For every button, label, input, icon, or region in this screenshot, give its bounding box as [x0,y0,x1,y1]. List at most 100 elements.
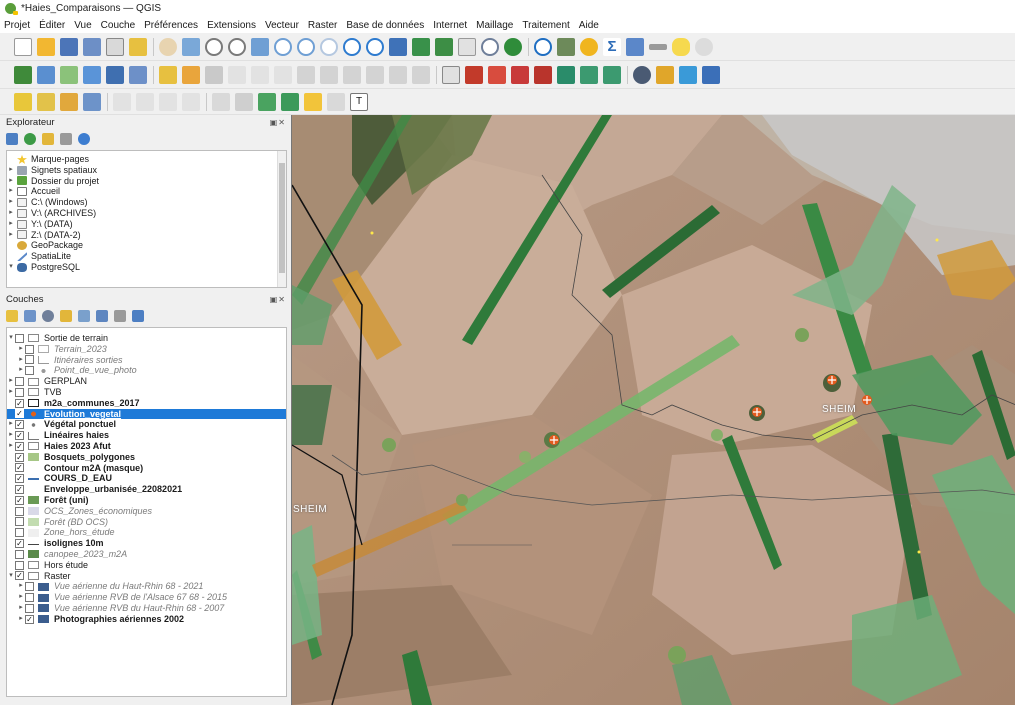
reshape-icon[interactable] [136,92,154,111]
digitize-curve-icon[interactable] [281,92,299,111]
copy-features-icon[interactable] [343,65,361,84]
menu-internet[interactable]: Internet [433,20,467,31]
layer-checkbox[interactable] [15,377,24,387]
menu-maillage[interactable]: Maillage [476,20,513,31]
label-move-icon[interactable] [534,65,552,84]
layer-bosquets-polygones[interactable]: ✓ Bosquets_polygones [7,452,286,463]
menu-raster[interactable]: Raster [308,20,337,31]
explorer-item-signets-spatiaux[interactable]: ▸ Signets spatiaux [7,165,286,176]
layer-vue-aerienne-2021[interactable]: ▸ Vue aérienne du Haut-Rhin 68 - 2021 [7,581,286,592]
offset-curve-icon[interactable] [159,92,177,111]
layer-checkbox[interactable]: ✓ [15,495,24,505]
layer-checkbox[interactable] [25,582,34,592]
layer-checkbox[interactable] [15,549,24,559]
layer-cours-d-eau[interactable]: ✓ COURS_D_EAU [7,473,286,484]
current-edits-icon[interactable] [182,65,200,84]
explorer-item-marque-pages[interactable]: Marque-pages [7,154,286,165]
layer-enveloppe-urbanisee[interactable]: ✓ Enveloppe_urbanisée_22082021 [7,484,286,495]
layer-group-haies-2023[interactable]: ▸ ✓ Haies 2023 Afut [7,441,286,452]
annotation-icon[interactable] [672,37,690,56]
label-toolbar-icon[interactable] [442,65,460,84]
layer-styling-icon[interactable] [6,310,18,322]
advanced-digitize-icon[interactable] [113,92,131,111]
layer-checkbox[interactable]: ✓ [15,539,24,549]
digitize-line-icon[interactable] [228,65,246,84]
layer-checkbox[interactable] [15,560,24,570]
expand-all-icon[interactable] [96,310,108,322]
menu-vue[interactable]: Vue [74,20,91,31]
diagram-move-icon[interactable] [603,65,621,84]
menu-preferences[interactable]: Préférences [144,20,198,31]
help-icon[interactable] [702,65,720,84]
text-tool-icon[interactable]: T [350,92,368,111]
layer-checkbox[interactable] [25,603,34,613]
layer-zone-hors-etude[interactable]: Zone_hors_étude [7,527,286,538]
collapse-all-icon[interactable] [60,133,72,145]
layer-contour-m2a[interactable]: ✓ Contour m2A (masque) [7,463,286,474]
layer-checkbox[interactable]: ✓ [15,420,24,430]
plugin-blue-icon[interactable] [679,65,697,84]
layer-canopee-2023[interactable]: canopee_2023_m2A [7,549,286,560]
menu-aide[interactable]: Aide [579,20,599,31]
layer-group-gerplan[interactable]: ▸ GERPLAN [7,376,286,387]
label-highlight-icon[interactable] [488,65,506,84]
delete-selected-icon[interactable] [297,65,315,84]
label-show-hide-icon[interactable] [511,65,529,84]
layer-foret-uni[interactable]: ✓ Forêt (uni) [7,495,286,506]
explorer-scrollbar[interactable] [277,151,286,287]
explorer-item-postgresql[interactable]: ▾ PostgreSQL [7,262,286,273]
save-edits-icon[interactable] [205,65,223,84]
select-features-icon[interactable] [14,92,32,111]
layer-group-hors-etude[interactable]: Hors étude [7,560,286,571]
add-wms-icon[interactable] [106,65,124,84]
identify-icon[interactable] [534,37,552,56]
layer-group-raster[interactable]: ▾ ✓ Raster [7,571,286,582]
layer-checkbox[interactable] [25,593,34,603]
zoom-out-icon[interactable] [228,37,246,56]
zoom-in-icon[interactable] [205,37,223,56]
zoom-last-icon[interactable] [343,37,361,56]
layer-checkbox[interactable]: ✓ [15,452,24,462]
zoom-full-icon[interactable] [251,37,269,56]
search-dropdown-icon[interactable] [695,37,713,56]
style-manager-icon[interactable] [129,37,147,56]
open-project-icon[interactable] [37,37,55,56]
menu-base-de-donnees[interactable]: Base de données [346,20,424,31]
layer-checkbox[interactable] [15,333,24,343]
add-layers-icon[interactable] [6,133,18,145]
layer-checkbox[interactable]: ✓ [25,614,34,624]
zoom-native-icon[interactable] [320,37,338,56]
layer-point-de-vue-photo[interactable]: ▸ Point_de_vue_photo [7,365,286,376]
split-features-icon[interactable] [182,92,200,111]
save-as-icon[interactable] [83,37,101,56]
refresh-icon[interactable] [24,133,36,145]
layer-checkbox[interactable]: ✓ [15,485,24,495]
zoom-to-selection-icon[interactable] [274,37,292,56]
python-console-icon[interactable] [633,65,651,84]
layer-checkbox[interactable] [15,517,24,527]
layer-foret-bd-ocs[interactable]: Forêt (BD OCS) [7,517,286,528]
layer-checkbox[interactable]: ✓ [15,409,24,419]
scale-icon[interactable] [649,43,667,50]
select-location-icon[interactable] [83,92,101,111]
layer-group-sortie-terrain[interactable]: ▾ Sortie de terrain [7,333,286,344]
new-map-view-icon[interactable] [389,37,407,56]
panel-float-close-icon[interactable]: ▣✕ [270,118,286,127]
layer-evolution-vegetal[interactable]: ✓ Evolution_vegetal [7,408,286,420]
layer-checkbox[interactable]: ✓ [15,463,24,473]
add-raster-layer-icon[interactable] [37,65,55,84]
snapping-icon[interactable] [235,92,253,111]
layer-checkbox[interactable] [25,366,34,376]
explorer-item-accueil[interactable]: ▸ Accueil [7,186,286,197]
statistics-sigma-icon[interactable]: Σ [603,37,621,56]
info-icon[interactable] [78,133,90,145]
remove-layer-icon[interactable] [132,310,144,322]
collapse-all-icon[interactable] [114,310,126,322]
menu-editer[interactable]: Éditer [39,20,65,31]
new-3d-view-icon[interactable] [412,37,430,56]
zoom-to-layer-icon[interactable] [297,37,315,56]
layer-ocs-zones-economiques[interactable]: OCS_Zones_économiques [7,506,286,517]
panel-float-close-icon[interactable]: ▣✕ [270,295,286,304]
explorer-item-drive-v[interactable]: ▸ V:\ (ARCHIVES) [7,208,286,219]
undo-icon[interactable] [389,65,407,84]
